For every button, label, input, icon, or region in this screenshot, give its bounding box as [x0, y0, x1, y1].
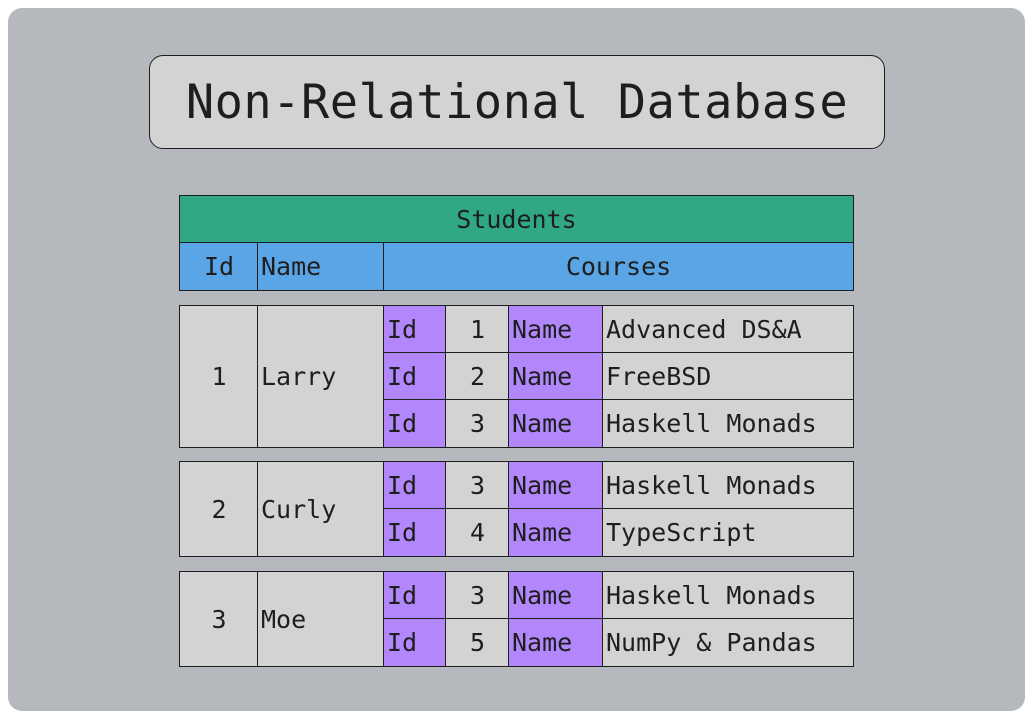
- student-id: 1: [179, 305, 259, 448]
- student-id: 2: [179, 461, 259, 557]
- student-name: Larry: [257, 305, 385, 448]
- course-name-value: Advanced DS&A: [602, 305, 854, 354]
- student-name: Curly: [257, 461, 385, 557]
- course-name-label: Name: [508, 352, 604, 401]
- course-id-value: 3: [445, 571, 510, 620]
- table-name-header: Students: [179, 195, 854, 244]
- student-name: Moe: [257, 571, 385, 667]
- course-id-value: 4: [445, 508, 510, 557]
- course-name-label: Name: [508, 508, 604, 557]
- course-name-value: Haskell Monads: [602, 571, 854, 620]
- course-name-label: Name: [508, 399, 604, 448]
- course-id-label: Id: [383, 305, 447, 354]
- diagram-title: Non-Relational Database: [149, 55, 885, 149]
- course-name-label: Name: [508, 305, 604, 354]
- course-id-label: Id: [383, 618, 447, 667]
- course-name-label: Name: [508, 618, 604, 667]
- course-name-value: TypeScript: [602, 508, 854, 557]
- course-id-label: Id: [383, 571, 447, 620]
- course-id-value: 2: [445, 352, 510, 401]
- course-name-label: Name: [508, 461, 604, 510]
- course-id-value: 3: [445, 399, 510, 448]
- course-name-value: FreeBSD: [602, 352, 854, 401]
- column-header-courses: Courses: [383, 242, 854, 291]
- course-name-value: NumPy & Pandas: [602, 618, 854, 667]
- student-id: 3: [179, 571, 259, 667]
- course-name-value: Haskell Monads: [602, 399, 854, 448]
- course-id-label: Id: [383, 461, 447, 510]
- course-name-label: Name: [508, 571, 604, 620]
- column-header-name: Name: [257, 242, 385, 291]
- course-name-value: Haskell Monads: [602, 461, 854, 510]
- course-id-label: Id: [383, 508, 447, 557]
- course-id-value: 3: [445, 461, 510, 510]
- course-id-value: 5: [445, 618, 510, 667]
- course-id-value: 1: [445, 305, 510, 354]
- course-id-label: Id: [383, 352, 447, 401]
- column-header-id: Id: [179, 242, 259, 291]
- course-id-label: Id: [383, 399, 447, 448]
